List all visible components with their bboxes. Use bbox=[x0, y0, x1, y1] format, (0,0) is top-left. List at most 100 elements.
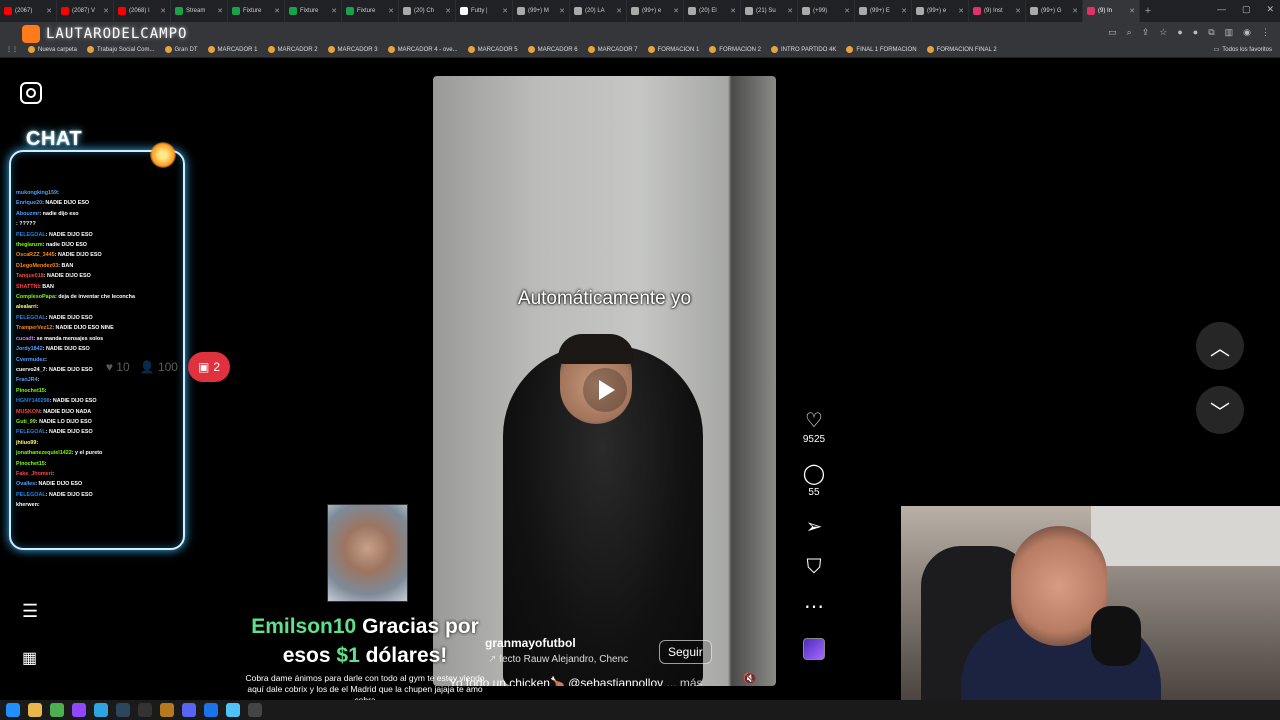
minimize-icon[interactable]: — bbox=[1217, 4, 1226, 15]
share-action[interactable]: ➢ bbox=[806, 516, 823, 538]
extensions-puzzle-icon[interactable]: ⧉ bbox=[1208, 27, 1214, 38]
app-icon[interactable] bbox=[248, 703, 262, 717]
browser-tab[interactable]: (21) Su ✕ bbox=[741, 0, 798, 22]
browser-tab[interactable]: (2068) I ✕ bbox=[114, 0, 171, 22]
close-tab-icon[interactable]: ✕ bbox=[787, 7, 793, 15]
bookmark-item[interactable]: MARCADOR 7 bbox=[587, 46, 638, 53]
file-explorer-icon[interactable] bbox=[28, 703, 42, 717]
close-tab-icon[interactable]: ✕ bbox=[901, 7, 907, 15]
close-tab-icon[interactable]: ✕ bbox=[844, 7, 850, 15]
browser-tab[interactable]: (2067) ✕ bbox=[0, 0, 57, 22]
close-tab-icon[interactable]: ✕ bbox=[616, 7, 622, 15]
browser-tab[interactable]: Futty | ✕ bbox=[456, 0, 513, 22]
reel-audio[interactable]: ↗ fecto Rauw Alejandro, Chenc bbox=[488, 654, 628, 665]
audio-thumbnail[interactable] bbox=[803, 638, 825, 660]
close-tab-icon[interactable]: ✕ bbox=[1129, 7, 1135, 15]
like-action[interactable]: ♡ 9525 bbox=[803, 410, 825, 445]
play-button[interactable] bbox=[583, 368, 627, 412]
bookmark-item[interactable]: MARCADOR 4 - ove... bbox=[387, 46, 458, 53]
menu-icon[interactable]: ☰ bbox=[22, 602, 40, 620]
maximize-icon[interactable]: ▢ bbox=[1242, 4, 1251, 15]
next-reel-button[interactable]: ﹀ bbox=[1196, 386, 1244, 434]
close-tab-icon[interactable]: ✕ bbox=[388, 7, 394, 15]
cast-icon[interactable]: ▭ bbox=[1108, 27, 1117, 38]
bookmark-icon[interactable]: ⛉ bbox=[807, 556, 822, 578]
close-tab-icon[interactable]: ✕ bbox=[160, 7, 166, 15]
share-icon[interactable]: ⇪ bbox=[1142, 27, 1150, 38]
close-tab-icon[interactable]: ✕ bbox=[502, 7, 508, 15]
instagram-icon[interactable] bbox=[20, 82, 42, 104]
browser-tab[interactable]: (2087) V ✕ bbox=[57, 0, 114, 22]
extension-icon[interactable]: ● bbox=[1193, 27, 1198, 37]
browser-tab[interactable]: Fixture ✕ bbox=[228, 0, 285, 22]
browser-tab[interactable]: (99+) M ✕ bbox=[513, 0, 570, 22]
browser-tab[interactable]: (99+) e ✕ bbox=[912, 0, 969, 22]
bookmark-item[interactable]: MARCADOR 6 bbox=[527, 46, 578, 53]
windows-start-icon[interactable] bbox=[6, 703, 20, 717]
close-tab-icon[interactable]: ✕ bbox=[103, 7, 109, 15]
browser-tab[interactable]: (99+) G ✕ bbox=[1026, 0, 1083, 22]
sidebar-icon[interactable]: ▥ bbox=[1225, 27, 1234, 38]
previous-reel-button[interactable]: ︿ bbox=[1196, 322, 1244, 370]
close-tab-icon[interactable]: ✕ bbox=[331, 7, 337, 15]
close-tab-icon[interactable]: ✕ bbox=[46, 7, 52, 15]
bookmark-item[interactable]: MARCADOR 3 bbox=[327, 46, 378, 53]
steam-icon[interactable] bbox=[116, 703, 130, 717]
reel-video[interactable]: Automáticamente yo granmayofutbol ↗ fect… bbox=[433, 76, 776, 686]
close-tab-icon[interactable]: ✕ bbox=[274, 7, 280, 15]
apps-icon[interactable]: ⋮⋮ bbox=[6, 46, 18, 53]
browser-tab[interactable]: Fixture ✕ bbox=[285, 0, 342, 22]
chrome-icon[interactable] bbox=[50, 703, 64, 717]
telegram-icon[interactable] bbox=[94, 703, 108, 717]
bookmark-star-icon[interactable]: ☆ bbox=[1159, 27, 1167, 38]
browser-tab[interactable]: (20) El ✕ bbox=[684, 0, 741, 22]
browser-tab[interactable]: Stream ✕ bbox=[171, 0, 228, 22]
close-tab-icon[interactable]: ✕ bbox=[559, 7, 565, 15]
save-action[interactable]: ⛉ bbox=[807, 556, 822, 578]
browser-tab[interactable]: (9) In ✕ bbox=[1083, 0, 1140, 22]
bookmark-item[interactable]: FORMACION 2 bbox=[709, 46, 761, 53]
menu-kebab-icon[interactable]: ⋮ bbox=[1261, 27, 1270, 38]
bookmark-item[interactable]: FINAL 1 FORMACION bbox=[846, 46, 917, 53]
browser-tab[interactable]: (+99) ✕ bbox=[798, 0, 855, 22]
close-window-icon[interactable]: ✕ bbox=[1266, 4, 1274, 15]
send-icon[interactable]: ➢ bbox=[806, 516, 823, 538]
more-apps-icon[interactable]: ▦ bbox=[22, 648, 37, 668]
more-link[interactable]: ... más bbox=[667, 676, 703, 686]
bookmark-item[interactable]: FORMACION FINAL 2 bbox=[926, 46, 997, 53]
comment-action[interactable]: ◯ 55 bbox=[803, 463, 825, 498]
more-horizontal-icon[interactable]: ⋯ bbox=[804, 596, 824, 618]
close-tab-icon[interactable]: ✕ bbox=[1015, 7, 1021, 15]
browser-icon[interactable] bbox=[204, 703, 218, 717]
bookmark-item[interactable]: MARCADOR 2 bbox=[267, 46, 318, 53]
more-options[interactable]: ⋯ bbox=[804, 596, 824, 618]
close-tab-icon[interactable]: ✕ bbox=[217, 7, 223, 15]
twitch-icon[interactable] bbox=[72, 703, 86, 717]
app-icon[interactable] bbox=[226, 703, 240, 717]
discord-icon[interactable] bbox=[182, 703, 196, 717]
browser-tab[interactable]: Fixture ✕ bbox=[342, 0, 399, 22]
zoom-icon[interactable]: ⌕ bbox=[1127, 27, 1132, 38]
obs-icon[interactable] bbox=[138, 703, 152, 717]
browser-tab[interactable]: (20) LA ✕ bbox=[570, 0, 627, 22]
browser-tab[interactable]: (20) Ch ✕ bbox=[399, 0, 456, 22]
close-tab-icon[interactable]: ✕ bbox=[673, 7, 679, 15]
follow-button[interactable]: Seguir bbox=[659, 640, 712, 664]
mute-icon[interactable]: 🔇 bbox=[743, 672, 757, 685]
bookmark-item[interactable]: INTRO PARTIDO 4K bbox=[770, 46, 836, 53]
extension-icon[interactable]: ● bbox=[1177, 27, 1182, 37]
close-tab-icon[interactable]: ✕ bbox=[958, 7, 964, 15]
all-bookmarks[interactable]: ▭ Todos los favoritos bbox=[1214, 46, 1272, 54]
profile-avatar[interactable]: ◉ bbox=[1243, 27, 1251, 38]
bookmark-item[interactable]: FORMACION 1 bbox=[647, 46, 699, 53]
bookmark-item[interactable]: MARCADOR 5 bbox=[467, 46, 518, 53]
close-tab-icon[interactable]: ✕ bbox=[1072, 7, 1078, 15]
browser-tab[interactable]: (99+) E ✕ bbox=[855, 0, 912, 22]
heart-icon[interactable]: ♡ bbox=[805, 410, 823, 432]
browser-tab[interactable]: (9) Inst ✕ bbox=[969, 0, 1026, 22]
close-tab-icon[interactable]: ✕ bbox=[445, 7, 451, 15]
new-tab-button[interactable]: + bbox=[1140, 5, 1156, 17]
comment-icon[interactable]: ◯ bbox=[803, 463, 825, 485]
browser-tab[interactable]: (99+) e ✕ bbox=[627, 0, 684, 22]
app-icon[interactable] bbox=[160, 703, 174, 717]
